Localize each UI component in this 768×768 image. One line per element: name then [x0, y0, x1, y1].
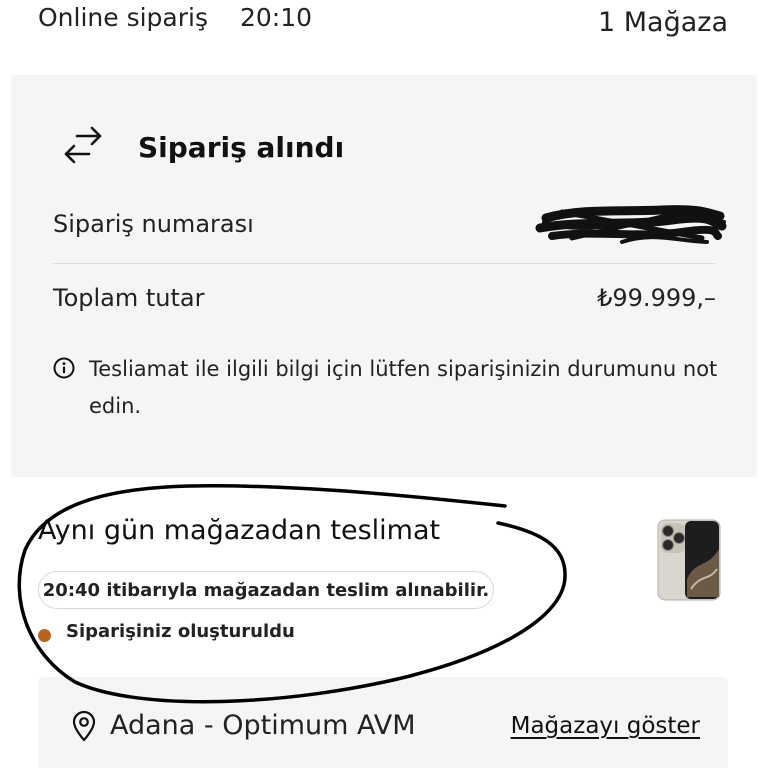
order-summary-card: Sipariş alındı Sipariş numarası Toplam t…: [11, 75, 757, 477]
summary-header: Sipariş alındı: [59, 123, 359, 175]
store-name: Adana - Optimum AVM: [110, 710, 416, 741]
info-icon: [53, 357, 75, 379]
order-time: 20:10: [240, 3, 313, 32]
order-detail-page: Online sipariş 20:10 1 Mağaza Sipariş al…: [0, 0, 768, 768]
total-value: ₺99.999,–: [597, 284, 716, 312]
order-number-label: Sipariş numarası: [53, 210, 254, 238]
store-bar: Adana - Optimum AVM Mağazayı göster: [38, 677, 728, 768]
summary-title: Sipariş alındı: [138, 131, 345, 164]
show-store-link[interactable]: Mağazayı göster: [511, 713, 700, 739]
delivery-info-note: Tesliamat ile ilgili bilgi için lütfen s…: [53, 351, 718, 431]
order-header: Online sipariş 20:10 1 Mağaza: [38, 3, 732, 43]
status-dot: [38, 629, 51, 642]
total-row: Toplam tutar ₺99.999,–: [53, 284, 716, 324]
summary-divider: [53, 263, 716, 264]
pickup-time-badge: 20:40 itibarıyla mağazadan teslim alınab…: [38, 571, 494, 609]
status-text: Siparişiniz oluşturuldu: [66, 621, 295, 642]
order-status: Siparişiniz oluşturuldu: [38, 621, 358, 647]
swap-arrows-icon: [64, 126, 102, 164]
info-text: Tesliamat ile ilgili bilgi için lütfen s…: [89, 357, 718, 418]
delivery-title: Aynı gün mağazadan teslimat: [38, 515, 441, 546]
order-number-row: Sipariş numarası: [53, 205, 727, 260]
product-thumbnail[interactable]: [657, 519, 721, 601]
order-kind: Online sipariş: [38, 3, 208, 32]
store-count: 1 Mağaza: [597, 7, 728, 38]
redaction-scribble: [535, 205, 727, 244]
total-label: Toplam tutar: [53, 284, 205, 312]
location-pin-icon: [72, 710, 96, 742]
